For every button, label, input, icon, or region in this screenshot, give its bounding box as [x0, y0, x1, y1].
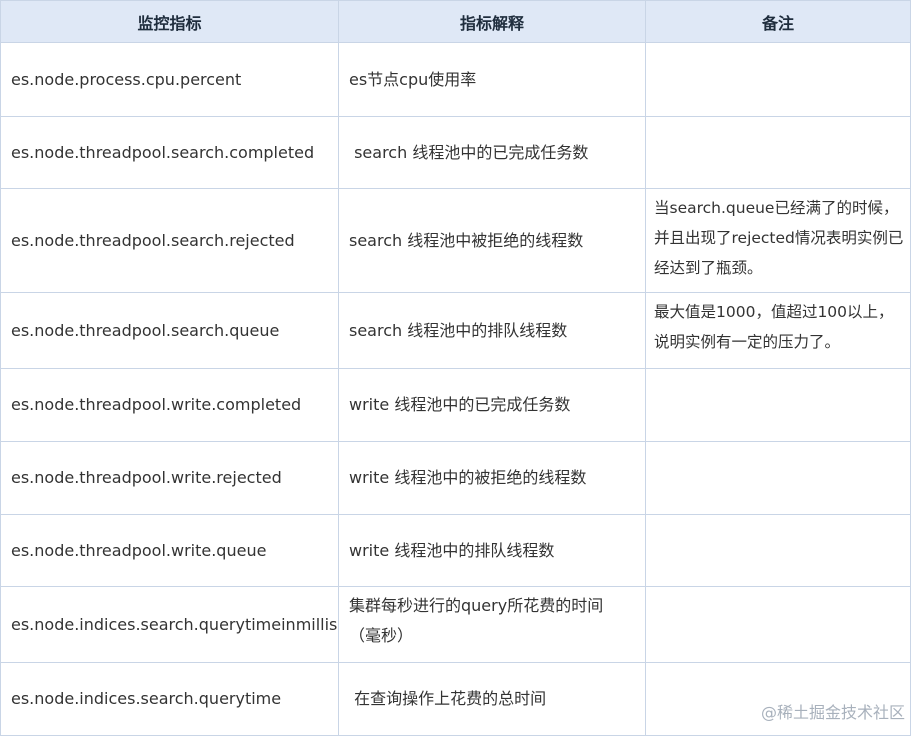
note-cell: 最大值是1000，值超过100以上，说明实例有一定的压力了。: [645, 292, 911, 369]
explanation-cell: write 线程池中的已完成任务数: [338, 368, 646, 442]
table-row: es.node.threadpool.search.queue search 线…: [0, 292, 911, 369]
explanation-cell: es节点cpu使用率: [338, 42, 646, 117]
metrics-table: 监控指标 指标解释 备注 es.node.process.cpu.percent…: [0, 0, 911, 736]
explanation-cell: search 线程池中的排队线程数: [338, 292, 646, 369]
metric-cell: es.node.threadpool.write.queue: [0, 514, 339, 587]
explanation-cell: 在查询操作上花费的总时间: [338, 662, 646, 736]
metric-cell: es.node.threadpool.search.queue: [0, 292, 339, 369]
metric-cell: es.node.indices.search.querytime: [0, 662, 339, 736]
explanation-cell: search 线程池中被拒绝的线程数: [338, 188, 646, 293]
note-cell: [645, 586, 911, 663]
header-explanation: 指标解释: [338, 0, 646, 43]
metric-cell: es.node.threadpool.write.completed: [0, 368, 339, 442]
note-cell: [645, 368, 911, 442]
explanation-cell: write 线程池中的排队线程数: [338, 514, 646, 587]
explanation-cell: search 线程池中的已完成任务数: [338, 116, 646, 189]
table-row: es.node.threadpool.search.completed sear…: [0, 116, 911, 189]
table-row: es.node.process.cpu.percent es节点cpu使用率: [0, 42, 911, 117]
table-row: es.node.indices.search.querytimeinmillis…: [0, 586, 911, 663]
note-cell: 当search.queue已经满了的时候，并且出现了rejected情况表明实例…: [645, 188, 911, 293]
table-row: es.node.threadpool.write.queue write 线程池…: [0, 514, 911, 587]
header-note: 备注: [645, 0, 911, 43]
note-cell: [645, 441, 911, 515]
explanation-cell: 集群每秒进行的query所花费的时间（毫秒）: [338, 586, 646, 663]
metric-cell: es.node.process.cpu.percent: [0, 42, 339, 117]
metric-cell: es.node.threadpool.search.completed: [0, 116, 339, 189]
metric-cell: es.node.indices.search.querytimeinmillis: [0, 586, 339, 663]
table-row: es.node.threadpool.search.rejected searc…: [0, 188, 911, 293]
table-header-row: 监控指标 指标解释 备注: [0, 0, 911, 43]
note-cell: [645, 514, 911, 587]
table-row: es.node.threadpool.write.completed write…: [0, 368, 911, 442]
metric-cell: es.node.threadpool.write.rejected: [0, 441, 339, 515]
header-metric: 监控指标: [0, 0, 339, 43]
metric-cell: es.node.threadpool.search.rejected: [0, 188, 339, 293]
note-cell: [645, 42, 911, 117]
table-row: es.node.threadpool.write.rejected write …: [0, 441, 911, 515]
explanation-cell: write 线程池中的被拒绝的线程数: [338, 441, 646, 515]
note-cell: [645, 116, 911, 189]
watermark: @稀土掘金技术社区: [760, 703, 905, 722]
